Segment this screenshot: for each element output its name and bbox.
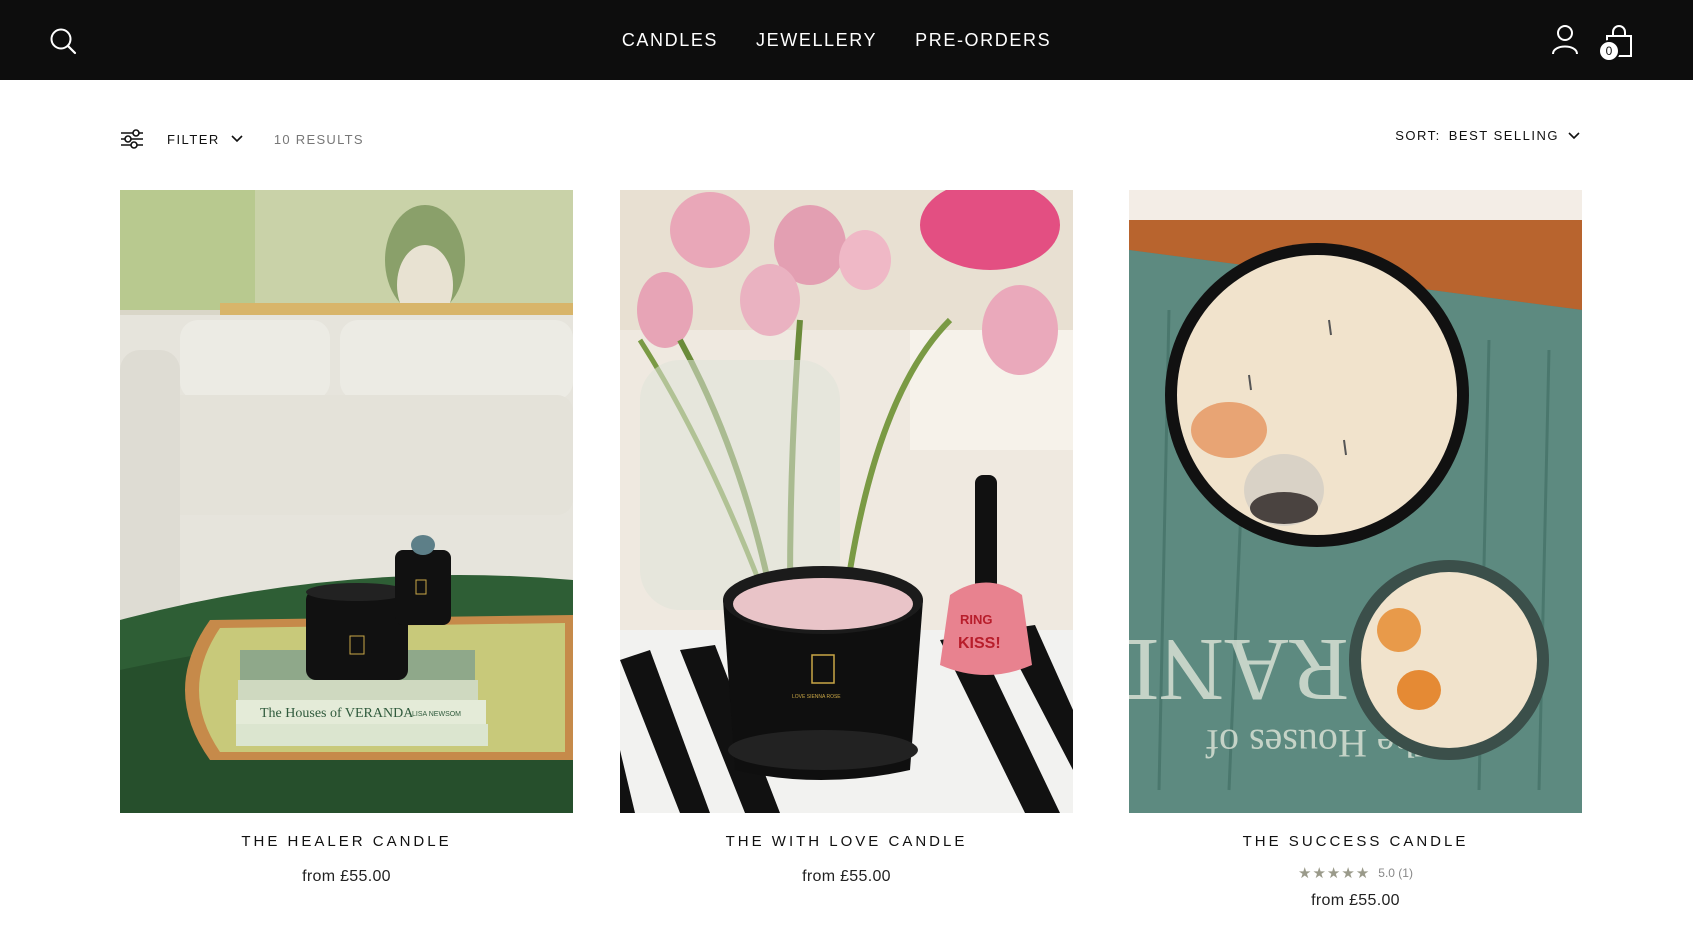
filter-button[interactable]: FILTER (167, 132, 244, 147)
bell-text-kiss: KISS! (958, 635, 1001, 652)
product-title[interactable]: THE WITH LOVE CANDLE (620, 833, 1073, 850)
product-card: The Houses of VERANDA LISA NEWSOM THE HE… (120, 190, 573, 886)
bell-text-ring: RING (960, 612, 993, 627)
nav-item-pre-orders[interactable]: PRE-ORDERS (915, 30, 1051, 51)
product-card: LOVE SIENNA ROSE RING KISS! THE WITH LOV… (620, 190, 1073, 886)
product-title[interactable]: THE HEALER CANDLE (120, 833, 573, 850)
nav-item-jewellery[interactable]: JEWELLERY (756, 30, 877, 51)
book-author-text: LISA NEWSOM (412, 711, 461, 718)
product-price: from £55.00 (1311, 892, 1400, 909)
sort-value: BEST SELLING (1448, 128, 1559, 143)
product-price: from £55.00 (302, 868, 391, 885)
nav-item-candles[interactable]: CANDLES (622, 30, 718, 51)
product-image-healer-candle[interactable]: The Houses of VERANDA LISA NEWSOM (120, 190, 573, 813)
account-button[interactable] (1548, 22, 1582, 58)
collection-toolbar: FILTER 10 RESULTS SORT: BEST SELLING (0, 122, 1693, 156)
filter-sliders-icon[interactable] (119, 128, 145, 150)
sort-dropdown[interactable]: SORT: BEST SELLING (1395, 128, 1581, 143)
site-header: CANDLES JEWELLERY PRE-ORDERS 0 (0, 0, 1693, 80)
rating-text: 5.0 (1) (1378, 866, 1413, 880)
chevron-down-icon (1567, 129, 1581, 143)
cart-count-badge: 0 (1598, 40, 1620, 62)
candle-brand-text: LOVE SIENNA ROSE (792, 694, 841, 700)
sort-label: SORT: (1395, 128, 1441, 143)
filter-group: FILTER 10 RESULTS (119, 128, 364, 150)
cart-button[interactable]: 0 (1598, 22, 1638, 62)
chevron-down-icon (230, 132, 244, 146)
product-card: VERAND The Houses of THE SUCCESS CANDLE … (1129, 190, 1582, 910)
filter-label: FILTER (167, 131, 220, 147)
product-rating: ★★★★★ 5.0 (1) (1129, 864, 1582, 882)
results-count: 10 RESULTS (273, 131, 364, 147)
product-image-with-love-candle[interactable]: LOVE SIENNA ROSE RING KISS! (620, 190, 1073, 813)
book-title-text: The Houses of VERANDA (260, 706, 414, 721)
product-price: from £55.00 (802, 868, 891, 885)
main-nav: CANDLES JEWELLERY PRE-ORDERS (0, 0, 1693, 80)
user-icon (1552, 25, 1578, 55)
star-rating-icon: ★★★★★ (1298, 865, 1371, 882)
product-image-success-candle[interactable]: VERAND The Houses of (1129, 190, 1582, 813)
product-title[interactable]: THE SUCCESS CANDLE (1129, 833, 1582, 850)
